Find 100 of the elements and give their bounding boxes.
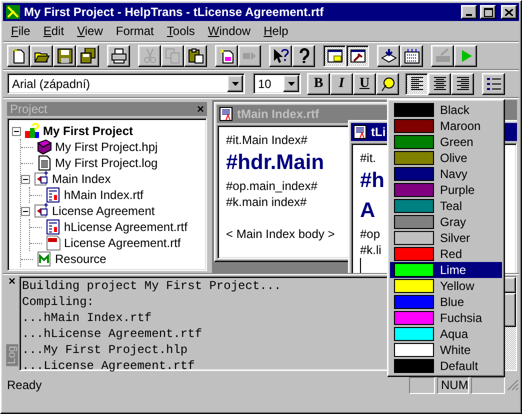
minimize-button[interactable] <box>461 5 477 19</box>
status-text: Ready <box>6 378 43 392</box>
color-option[interactable]: Teal <box>390 198 502 214</box>
color-name: Navy <box>440 167 468 181</box>
collapse-toggle-icon[interactable] <box>21 174 30 184</box>
rtf-file-icon <box>45 219 61 235</box>
heading-text: #hdr.Main <box>226 150 324 176</box>
doc-file-icon <box>45 235 61 251</box>
document-title: tLi <box>371 125 386 139</box>
maximize-icon <box>484 8 492 16</box>
menu-item[interactable]: Help <box>258 24 296 38</box>
color-option[interactable]: Default <box>390 358 502 374</box>
menu-item[interactable]: Format <box>110 24 161 38</box>
menu-item[interactable]: File <box>5 24 38 38</box>
clipboard-icon <box>188 48 204 64</box>
color-name: Red <box>440 247 462 261</box>
log-line: ...hLicense Agreement.rtf <box>22 326 202 342</box>
floppy-disks-icon <box>80 48 96 64</box>
calendar-icon <box>404 48 420 64</box>
scissors-icon <box>142 48 158 64</box>
rtf-file-icon <box>45 187 61 203</box>
align-right-icon <box>454 76 470 91</box>
num-lock-indicator: NUM <box>437 376 469 394</box>
color-option[interactable]: Black <box>390 102 502 118</box>
underline-button[interactable]: U <box>353 72 376 94</box>
tree-item[interactable]: Main Index <box>52 172 111 186</box>
color-option[interactable]: Maroon <box>390 118 502 134</box>
text-cursor <box>360 258 361 273</box>
text-document-icon <box>36 155 52 171</box>
book-icon <box>36 139 52 155</box>
color-option[interactable]: Lime <box>390 262 502 278</box>
collapse-toggle-icon[interactable] <box>21 206 30 216</box>
panel-title: Log <box>6 344 18 366</box>
tree-item[interactable]: License Agreement <box>52 204 155 218</box>
stack-arrow-icon <box>380 48 396 64</box>
app-icon <box>5 4 21 20</box>
log-line: ...License Agreement.rtf <box>22 358 195 374</box>
tree-item[interactable]: License Agreement.rtf <box>64 236 181 250</box>
color-option[interactable]: Green <box>390 134 502 150</box>
code-text: #it. <box>360 150 376 166</box>
color-name: Purple <box>440 183 475 197</box>
color-option[interactable]: Silver <box>390 230 502 246</box>
color-option[interactable]: Aqua <box>390 326 502 342</box>
bold-button[interactable]: B <box>307 72 330 94</box>
tree-item[interactable]: hLicense Agreement.rtf <box>64 220 188 234</box>
panel-title: Project <box>10 102 48 116</box>
align-button[interactable] <box>405 72 428 94</box>
code-text: < Main Index body > <box>226 226 335 242</box>
window-folder-icon <box>326 48 342 64</box>
topic-folder-icon <box>33 203 49 219</box>
close-button[interactable]: × <box>8 276 16 286</box>
code-text: #k.main index# <box>226 194 307 210</box>
menu-item[interactable]: Window <box>202 24 258 38</box>
code-text: #k.li <box>360 242 382 258</box>
tree-item[interactable]: Resource <box>55 252 106 266</box>
close-icon <box>505 8 513 16</box>
m-document-icon <box>36 251 52 267</box>
sparkle-page-icon <box>218 48 234 64</box>
menu-item[interactable]: Tools <box>160 24 202 38</box>
maximize-button[interactable] <box>480 5 496 19</box>
status-panel <box>409 376 435 394</box>
close-button[interactable] <box>501 5 517 19</box>
color-name: Default <box>440 359 478 373</box>
color-option[interactable]: Purple <box>390 182 502 198</box>
color-option[interactable]: Gray <box>390 214 502 230</box>
toolbar-button[interactable] <box>323 44 346 66</box>
menu-item[interactable]: Edit <box>37 24 72 38</box>
toolbar-button[interactable] <box>346 44 369 66</box>
color-name: Green <box>440 135 474 149</box>
tree-item[interactable]: My First Project <box>43 124 134 138</box>
window-hammer-icon <box>350 48 366 64</box>
color-option[interactable]: Red <box>390 246 502 262</box>
color-option[interactable]: Blue <box>390 294 502 310</box>
color-option[interactable]: Navy <box>390 166 502 182</box>
font-dropdown[interactable]: Arial (západní) <box>7 73 245 94</box>
color-name: Gray <box>440 215 466 229</box>
printer-icon <box>110 48 126 64</box>
document-icon <box>219 107 233 121</box>
dropdown-arrow-icon <box>288 82 294 86</box>
collapse-toggle-icon[interactable] <box>12 126 21 136</box>
color-option[interactable]: Yellow <box>390 278 502 294</box>
bullet-list-icon <box>486 76 502 90</box>
color-name: Blue <box>440 295 464 309</box>
color-option[interactable]: White <box>390 342 502 358</box>
color-option[interactable]: Olive <box>390 150 502 166</box>
tree-item[interactable]: hMain Index.rtf <box>64 188 144 202</box>
tree-item[interactable]: My First Project.hpj <box>55 140 158 154</box>
size-dropdown[interactable]: 10 <box>253 73 301 94</box>
window-title: My First Project - HelpTrans - tLicense Agreement.rtf <box>24 5 325 19</box>
color-name: Silver <box>440 231 470 245</box>
color-name: Lime <box>440 263 466 277</box>
log-line: Building project My First Project... <box>22 278 282 294</box>
close-button[interactable]: × <box>196 104 204 114</box>
menu-item[interactable]: View <box>71 24 110 38</box>
new-page-icon <box>10 48 26 64</box>
copy-icon <box>164 48 180 64</box>
italic-button[interactable]: I <box>330 72 353 94</box>
heading-text: #h <box>360 168 385 194</box>
color-option[interactable]: Fuchsia <box>390 310 502 326</box>
tree-item[interactable]: My First Project.log <box>55 156 158 170</box>
